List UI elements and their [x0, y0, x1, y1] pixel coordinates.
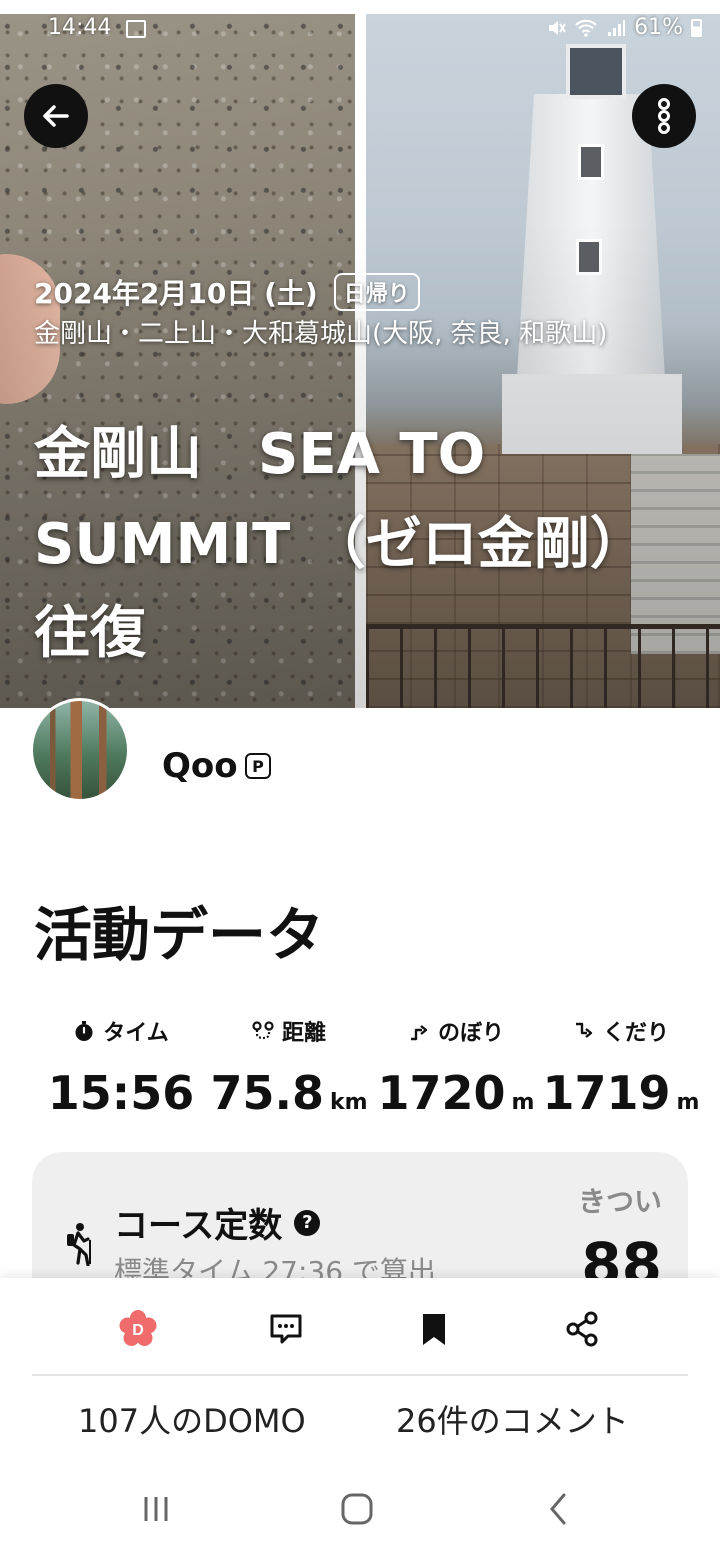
- activity-date: 2024年2月10日 (土): [34, 277, 318, 310]
- course-title: コース定数: [114, 1206, 283, 1246]
- stat-ascent: のぼり 1720 m: [371, 1014, 541, 1120]
- stat-time: タイム 15:56: [36, 1014, 206, 1120]
- hiker-icon: [67, 1223, 91, 1266]
- stat-distance: 距離 75.8 km: [204, 1014, 374, 1120]
- hero-header: 14:44 61% 2024年2月10日 (土) 日帰り 金剛山・二上山・大和葛…: [0, 0, 720, 712]
- stat-value: 1719: [542, 1066, 671, 1120]
- kebab-menu-icon: [658, 98, 670, 134]
- activity-title: 金剛山 SEA TO SUMMIT （ゼロ金剛） 往復: [34, 410, 694, 679]
- battery-percent: 61%: [634, 15, 683, 40]
- domo-button[interactable]: D: [108, 1304, 168, 1354]
- share-button[interactable]: [552, 1304, 612, 1354]
- more-options-button[interactable]: [632, 84, 696, 148]
- status-time: 14:44: [48, 15, 112, 40]
- bottom-action-bar: D 107人のDOMO 26件のコメント: [0, 1278, 720, 1560]
- stat-unit: m: [511, 1090, 535, 1115]
- arrow-left-icon: [43, 105, 69, 127]
- stat-value: 75.8: [210, 1066, 324, 1120]
- domo-count-link[interactable]: 107人のDOMO: [78, 1396, 306, 1442]
- route-icon: [252, 1021, 274, 1040]
- nav-back-button[interactable]: [528, 1484, 588, 1534]
- stat-label: くだり: [602, 1021, 669, 1046]
- stat-value: 1720: [377, 1066, 506, 1120]
- share-icon: [566, 1311, 598, 1347]
- bookmark-icon: [423, 1314, 445, 1345]
- activity-date-row: 2024年2月10日 (土) 日帰り: [34, 272, 420, 312]
- recent-apps-icon: [144, 1497, 168, 1521]
- gallery-icon: [126, 20, 146, 38]
- stat-label: のぼり: [437, 1021, 504, 1046]
- section-title-activity-data: 活動データ: [34, 901, 325, 969]
- battery-icon: [691, 18, 702, 37]
- difficulty-level: きつい: [577, 1185, 662, 1218]
- premium-badge-icon: P: [245, 753, 271, 779]
- chevron-left-icon: [550, 1493, 566, 1525]
- stopwatch-icon: [75, 1021, 93, 1041]
- ascent-icon: [410, 1025, 428, 1041]
- domo-flower-icon: D: [119, 1310, 157, 1346]
- system-nav-bar: [0, 1470, 720, 1550]
- activity-title-line: SUMMIT （ゼロ金剛）: [34, 511, 646, 577]
- bookmark-button[interactable]: [404, 1304, 464, 1354]
- stat-label: タイム: [103, 1021, 169, 1046]
- mute-icon: [549, 20, 566, 35]
- signal-icon: [608, 19, 626, 36]
- back-button[interactable]: [24, 84, 88, 148]
- user-row[interactable]: Qoo P: [30, 698, 690, 808]
- svg-text:D: D: [132, 1322, 144, 1339]
- avatar[interactable]: [30, 698, 130, 802]
- recent-apps-button[interactable]: [126, 1484, 186, 1534]
- comment-button[interactable]: [256, 1304, 316, 1354]
- stat-label: 距離: [281, 1021, 326, 1046]
- status-bar: 14:44 61%: [0, 0, 720, 56]
- activity-title-line: 金剛山 SEA TO: [34, 422, 486, 487]
- help-icon[interactable]: ?: [294, 1209, 321, 1236]
- descent-icon: [575, 1022, 593, 1038]
- activity-title-line: 往復: [34, 601, 146, 667]
- home-button[interactable]: [327, 1484, 387, 1534]
- home-icon: [341, 1493, 373, 1525]
- stat-unit: m: [676, 1090, 700, 1115]
- user-name[interactable]: Qoo: [162, 746, 238, 786]
- activity-screen: 14:44 61% 2024年2月10日 (土) 日帰り 金剛山・二上山・大和葛…: [0, 0, 720, 1560]
- divider: [32, 1374, 688, 1376]
- comment-icon: [270, 1314, 302, 1344]
- wifi-icon: [575, 19, 597, 37]
- comment-count-link[interactable]: 26件のコメント: [396, 1396, 629, 1442]
- day-trip-badge: 日帰り: [333, 273, 420, 311]
- stat-value: 15:56: [47, 1066, 195, 1120]
- mountain-names[interactable]: 金剛山・二上山・大和葛城山(大阪, 奈良, 和歌山): [34, 318, 674, 352]
- stat-unit: km: [329, 1090, 368, 1115]
- activity-stats: タイム 15:56 距離 75.8 km のぼり 1720 m くだり 1719…: [36, 1014, 699, 1124]
- stat-descent: くだり 1719 m: [536, 1014, 706, 1120]
